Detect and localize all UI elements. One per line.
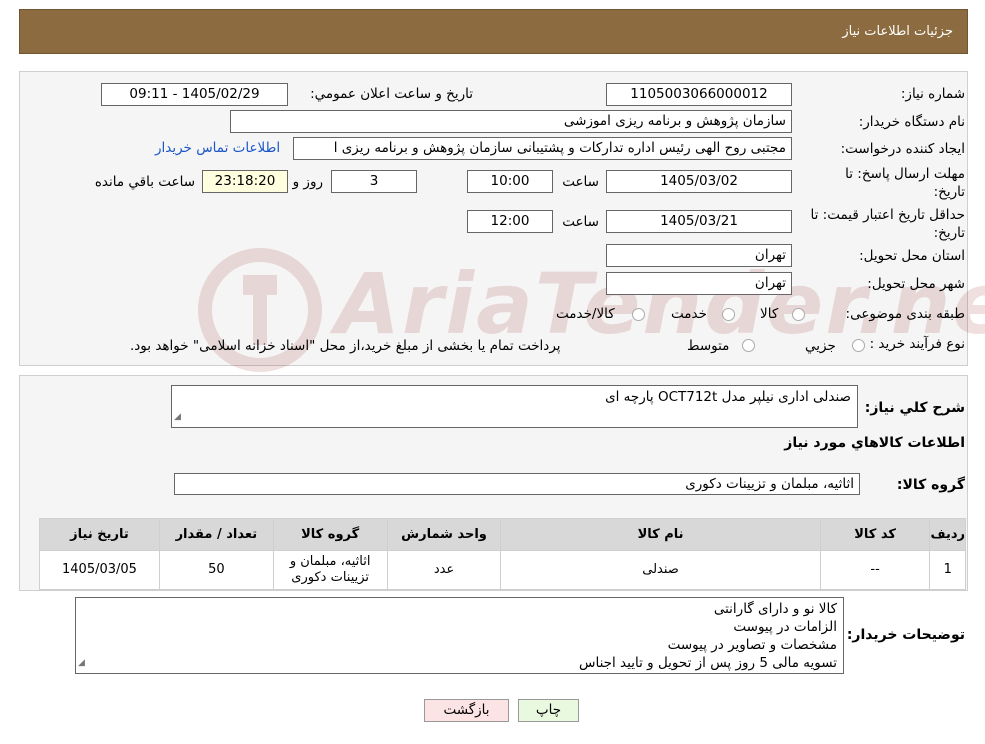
resize-grip-icon[interactable]: ◢ (174, 408, 181, 426)
description-label: شرح کلي نياز: (864, 400, 965, 416)
col-goods-group: گروه کالا (272, 518, 388, 551)
category-radio-goods-service[interactable] (632, 308, 645, 321)
table-header-row: رديف کد کالا نام کالا واحد شمارش گروه کا… (39, 518, 966, 551)
validity-time-label: ساعت (562, 214, 599, 230)
category-radio-goods[interactable] (792, 308, 805, 321)
need-number-label: شماره نیاز: (900, 86, 965, 102)
buyer-note-line: مشخصات و تصاویر در پیوست (667, 637, 837, 653)
need-number-field: 1105003066000012 (606, 83, 792, 106)
purchase-note: پرداخت تمام یا بخشی از مبلغ خرید،از محل … (130, 338, 561, 354)
page-header: جزئیات اطلاعات نیاز (19, 9, 968, 54)
creator-label: ایجاد کننده درخواست: (840, 141, 965, 157)
province-field: تهران (606, 244, 792, 267)
col-goods-code: کد کالا (819, 518, 931, 551)
category-radio-service[interactable] (722, 308, 735, 321)
remaining-time-field: 23:18:20 (202, 170, 288, 193)
back-button[interactable]: بازگشت (424, 699, 509, 722)
col-need-date: تاریخ نیاز (39, 518, 160, 551)
cell-goods-group: اثاثیه، مبلمان و تزیینات دکوری (272, 550, 388, 590)
buyer-notes-label: توضیحات خریدار: (846, 627, 965, 643)
deadline-label-date: تاریخ: (933, 184, 965, 200)
purchase-type-label: نوع فرآیند خرید : (869, 336, 965, 352)
creator-field: مجتبی روح الهی رئیس اداره تدارکات و پشتی… (293, 137, 792, 160)
print-button[interactable]: چاپ (518, 699, 579, 722)
validity-time-field: 12:00 (467, 210, 553, 233)
announce-date-label: تاریخ و ساعت اعلان عمومي: (310, 86, 473, 102)
buyer-contact-link[interactable]: اطلاعات تماس خریدار (155, 140, 280, 156)
category-label: طبقه بندی موضوعی: (845, 306, 965, 322)
category-option-goods: کالا (760, 306, 779, 322)
page-title: جزئیات اطلاعات نیاز (842, 24, 953, 39)
category-option-goods-service: کالا/خدمت (556, 306, 615, 322)
col-goods-name: نام کالا (500, 518, 821, 551)
col-unit: واحد شمارش (386, 518, 502, 551)
category-option-service: خدمت (671, 306, 707, 322)
cell-need-date: 1405/03/05 (39, 550, 160, 590)
cell-goods-name: صندلی (500, 550, 821, 590)
cell-goods-code: -- (819, 550, 931, 590)
province-label: استان محل تحویل: (859, 248, 965, 264)
cell-quantity: 50 (158, 550, 274, 590)
resize-grip-icon[interactable]: ◢ (78, 654, 85, 672)
table-row: 1 -- صندلی عدد اثاثیه، مبلمان و تزیینات … (39, 550, 966, 590)
validity-label-date: تاریخ: (933, 225, 965, 241)
goods-info-title: اطلاعات کالاهاي مورد نياز (784, 435, 965, 451)
goods-group-field: اثاثیه، مبلمان و تزیینات دکوری (174, 473, 860, 495)
remaining-time-label: ساعت باقي مانده (94, 174, 195, 190)
purchase-radio-minor[interactable] (852, 339, 865, 352)
validity-date-field: 1405/03/21 (606, 210, 792, 233)
col-row: رديف (929, 518, 966, 551)
days-label: روز و (292, 174, 323, 190)
remaining-days-field: 3 (331, 170, 417, 193)
buyer-org-field: سازمان پژوهش و برنامه ریزی اموزشی (230, 110, 792, 133)
announce-date-field: 1405/02/29 - 09:11 (101, 83, 288, 106)
description-text: صندلی اداری نیلپر مدل OCT712t پارچه ای (605, 389, 851, 405)
goods-table: رديف کد کالا نام کالا واحد شمارش گروه کا… (39, 518, 966, 590)
purchase-option-minor: جزيي (805, 338, 836, 354)
cell-row: 1 (929, 550, 966, 590)
validity-label: حداقل تاریخ اعتبار قیمت: تا (810, 207, 965, 223)
col-quantity: تعداد / مقدار (158, 518, 274, 551)
deadline-date-field: 1405/03/02 (606, 170, 792, 193)
deadline-label: مهلت ارسال پاسخ: تا (845, 166, 965, 182)
deadline-time-label: ساعت (562, 174, 599, 190)
buyer-note-line: تسویه مالی 5 روز پس از تحویل و تایید اجن… (579, 655, 837, 671)
description-textarea[interactable]: صندلی اداری نیلپر مدل OCT712t پارچه ای ◢ (171, 385, 858, 428)
buyer-note-line: الزامات در پیوست (733, 619, 837, 635)
city-label: شهر محل تحویل: (867, 276, 965, 292)
buyer-org-label: نام دستگاه خریدار: (858, 114, 965, 130)
city-field: تهران (606, 272, 792, 295)
deadline-time-field: 10:00 (467, 170, 553, 193)
cell-unit: عدد (386, 550, 502, 590)
buyer-notes-textarea[interactable]: کالا نو و دارای گارانتی الزامات در پیوست… (75, 597, 844, 674)
buyer-note-line: کالا نو و دارای گارانتی (713, 601, 837, 617)
purchase-radio-medium[interactable] (742, 339, 755, 352)
goods-group-label: گروه کالا: (896, 477, 965, 493)
purchase-option-medium: متوسط (687, 338, 730, 354)
